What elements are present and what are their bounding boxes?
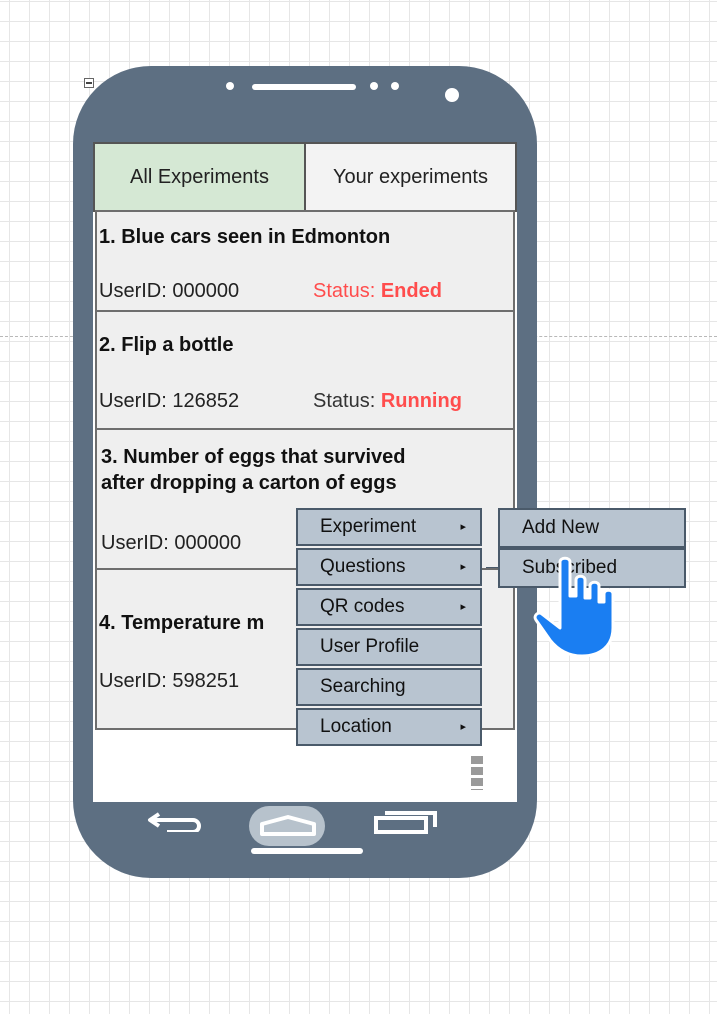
experiment-title: 4. Temperature m [99, 612, 265, 634]
status-label: Status: [313, 390, 376, 412]
experiment-title-line: after dropping a carton of eggs [101, 472, 397, 494]
experiment-card[interactable]: 2. Flip a bottle UserID: 126852 Status: … [95, 310, 515, 430]
submenu-arrow-icon: ▸ [460, 561, 466, 573]
experiment-status: Status: Running [313, 390, 462, 413]
menu-item-label: User Profile [320, 636, 420, 657]
experiment-title: 1. Blue cars seen in Edmonton [99, 226, 391, 248]
menu-item-label: Experiment [320, 516, 417, 537]
submenu-arrow-icon: ▸ [460, 721, 466, 733]
submenu-arrow-icon: ▸ [460, 521, 466, 533]
submenu-item-add-new[interactable]: Add New [498, 508, 686, 548]
experiment-user-id: UserID: 000000 [101, 532, 242, 554]
status-value: Running [380, 390, 462, 412]
experiment-title: 3. Number of eggs that survived after dr… [101, 444, 406, 496]
experiment-user-id: UserID: 000000 [99, 280, 240, 302]
menu-item-qr-codes[interactable]: QR codes ▸ [296, 588, 482, 626]
sensor-dot [226, 82, 234, 90]
submenu-connector [486, 567, 498, 568]
home-indicator-bar [251, 848, 363, 854]
experiment-card[interactable]: 1. Blue cars seen in Edmonton UserID: 00… [95, 210, 515, 312]
sensor-dot [391, 82, 399, 90]
menu-item-label: Questions [320, 556, 406, 577]
scroll-handle[interactable] [471, 756, 483, 790]
speaker-grille [252, 84, 356, 90]
experiment-title: 2. Flip a bottle [99, 334, 234, 356]
menu-item-label: QR codes [320, 596, 405, 617]
front-camera [445, 88, 459, 102]
hand-pointer-icon [533, 556, 615, 658]
tab-all-experiments[interactable]: All Experiments [93, 142, 306, 212]
menu-item-searching[interactable]: Searching [296, 668, 482, 706]
collapse-icon[interactable] [84, 78, 94, 88]
menu-item-label: Searching [320, 676, 406, 697]
experiment-user-id: UserID: 598251 [99, 670, 240, 692]
status-label: Status: [313, 280, 376, 302]
home-icon [260, 815, 316, 836]
experiment-user-id: UserID: 126852 [99, 390, 240, 412]
phone-frame: All Experiments Your experiments 1. Blue… [73, 66, 537, 878]
menu-item-label: Location [320, 716, 392, 737]
tab-bar: All Experiments Your experiments [93, 142, 517, 212]
submenu-item-label: Add New [522, 517, 600, 538]
menu-item-location[interactable]: Location ▸ [296, 708, 482, 746]
experiment-status: Status: Ended [313, 280, 442, 303]
menu-item-questions[interactable]: Questions ▸ [296, 548, 482, 586]
experiment-title-line: 3. Number of eggs that survived [101, 446, 406, 468]
submenu-arrow-icon: ▸ [460, 601, 466, 613]
menu-item-experiment[interactable]: Experiment ▸ [296, 508, 482, 546]
sensor-dot [370, 82, 378, 90]
recent-apps-icon[interactable] [373, 809, 443, 835]
status-value: Ended [380, 280, 442, 302]
tab-your-experiments[interactable]: Your experiments [306, 142, 517, 212]
menu-item-user-profile[interactable]: User Profile [296, 628, 482, 666]
back-icon[interactable] [147, 810, 209, 832]
